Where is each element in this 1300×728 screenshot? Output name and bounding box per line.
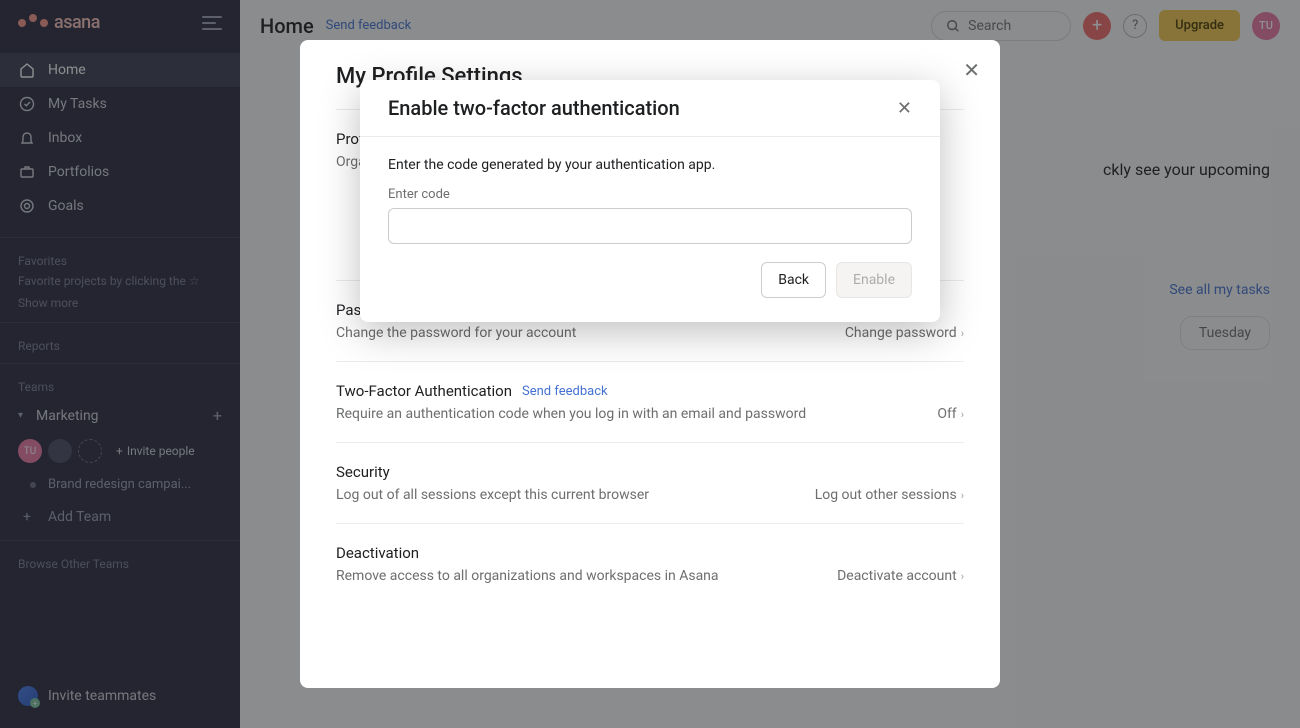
section-desc: Log out of all sessions except this curr… [336, 487, 649, 503]
section-desc: Require an authentication code when you … [336, 406, 806, 422]
two-factor-status[interactable]: Off › [937, 406, 964, 422]
section-title-text: Security [336, 463, 390, 481]
code-input[interactable] [388, 208, 912, 244]
change-password-link[interactable]: Change password › [845, 325, 964, 341]
close-icon[interactable]: ✕ [897, 98, 912, 119]
two-factor-modal: Enable two-factor authentication ✕ Enter… [360, 80, 940, 322]
back-button[interactable]: Back [761, 262, 826, 298]
two-factor-section: Two-Factor Authentication Send feedback … [336, 361, 964, 442]
section-title-text: Two-Factor Authentication [336, 382, 512, 400]
chevron-right-icon: › [961, 327, 964, 340]
two-factor-modal-title: Enable two-factor authentication [388, 96, 680, 120]
chevron-right-icon: › [961, 489, 964, 502]
deactivation-section: Deactivation Remove access to all organi… [336, 523, 964, 604]
send-feedback-link[interactable]: Send feedback [522, 384, 608, 399]
two-factor-instruction: Enter the code generated by your authent… [388, 157, 912, 173]
section-desc: Remove access to all organizations and w… [336, 568, 719, 584]
two-factor-modal-footer: Back Enable [388, 262, 912, 298]
deactivate-account-link[interactable]: Deactivate account › [837, 568, 964, 584]
security-section: Security Log out of all sessions except … [336, 442, 964, 523]
section-title-text: Deactivation [336, 544, 419, 562]
enable-button[interactable]: Enable [836, 262, 912, 298]
two-factor-modal-header: Enable two-factor authentication ✕ [360, 80, 940, 137]
close-icon[interactable]: ✕ [963, 58, 980, 82]
chevron-right-icon: › [961, 570, 964, 583]
code-input-label: Enter code [388, 187, 912, 202]
logout-other-sessions-link[interactable]: Log out other sessions › [815, 487, 964, 503]
two-factor-modal-body: Enter the code generated by your authent… [360, 137, 940, 322]
section-desc: Change the password for your account [336, 325, 576, 341]
chevron-right-icon: › [961, 408, 964, 421]
